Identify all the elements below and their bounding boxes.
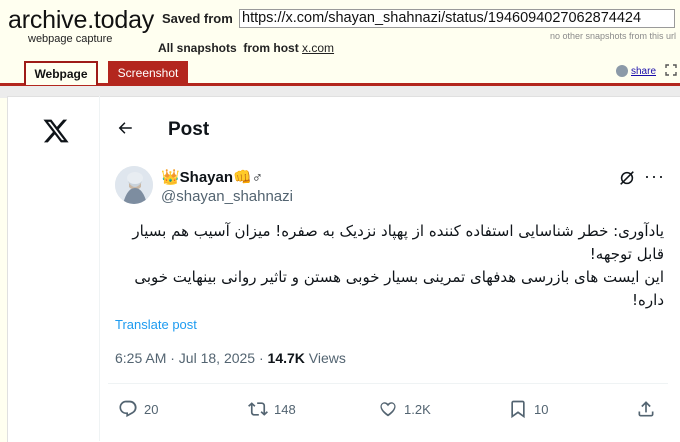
host-link[interactable]: x.com	[302, 41, 334, 55]
tab-screenshot[interactable]: Screenshot	[108, 61, 188, 85]
views-label: Views	[308, 350, 346, 366]
like-count: 1.2K	[404, 401, 431, 417]
archive-logo[interactable]: archive.today	[8, 6, 154, 34]
archive-logo-subtitle: webpage capture	[28, 33, 113, 45]
all-snapshots-row: All snapshots from host x.com	[158, 41, 334, 55]
back-arrow-icon[interactable]	[116, 119, 134, 137]
more-options-icon[interactable]: ···	[644, 166, 665, 187]
author-name[interactable]: 👑Shayan👊♂	[161, 168, 263, 186]
repost-count: 148	[274, 401, 296, 417]
repost-button[interactable]: 148	[248, 399, 296, 419]
x-logo-icon[interactable]	[42, 117, 70, 145]
from-host-label: from host	[243, 41, 299, 55]
tweet-text: یادآوری: خطر شناسایی استفاده کننده از په…	[132, 222, 664, 309]
bookmark-icon	[511, 400, 525, 419]
tweet-timestamp[interactable]: 6:25 AM · Jul 18, 2025	[115, 350, 255, 366]
tab-webpage[interactable]: Webpage	[24, 61, 98, 85]
share-button[interactable]: share	[616, 65, 656, 77]
avatar[interactable]	[115, 166, 153, 204]
page-title: Post	[168, 119, 210, 140]
reply-icon	[119, 400, 137, 418]
translate-post-link[interactable]: Translate post	[115, 317, 197, 332]
divider	[108, 383, 668, 384]
no-other-snapshots-note: no other snapshots from this url	[549, 31, 676, 41]
like-button[interactable]: 1.2K	[378, 399, 431, 419]
grok-icon[interactable]	[618, 169, 636, 187]
reply-button[interactable]: 20	[118, 399, 158, 419]
tweet-meta: 6:25 AM · Jul 18, 2025 · 14.7K Views	[115, 350, 346, 366]
share-post-icon	[638, 401, 654, 417]
reply-count: 20	[144, 401, 159, 417]
share-post-button[interactable]	[636, 399, 656, 419]
repost-icon	[248, 402, 268, 416]
share-icon	[616, 65, 628, 77]
heart-icon	[380, 402, 396, 417]
author-handle[interactable]: @shayan_shahnazi	[161, 188, 293, 205]
saved-url-field[interactable]: https://x.com/shayan_shahnazi/status/194…	[239, 9, 675, 28]
saved-from-label: Saved from	[162, 11, 233, 26]
bookmark-button[interactable]: 10	[508, 399, 548, 419]
bookmark-count: 10	[534, 401, 549, 417]
column-divider	[99, 96, 100, 441]
all-snapshots-label: All snapshots	[158, 41, 237, 55]
share-label: share	[631, 65, 657, 77]
views-count: 14.7K	[267, 350, 305, 366]
fullscreen-icon[interactable]	[665, 64, 677, 79]
